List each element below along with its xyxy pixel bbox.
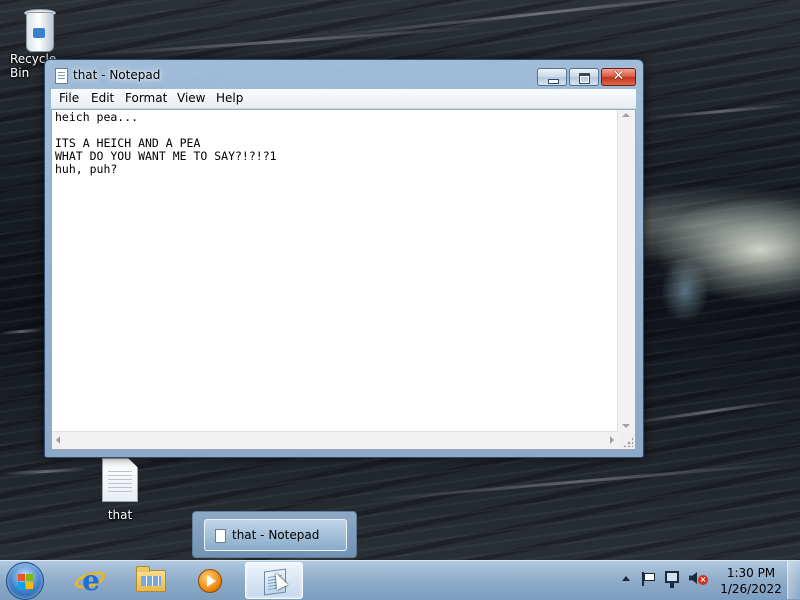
wallpaper-streak	[360, 460, 800, 503]
resize-grip-icon	[623, 437, 633, 447]
menu-view[interactable]: View	[177, 91, 205, 105]
show-desktop-button[interactable]	[787, 561, 800, 599]
clock-time: 1:30 PM	[726, 566, 776, 580]
taskbar: e × 1:30 PM 1/26/2022	[0, 560, 800, 600]
taskbar-internet-explorer[interactable]: e	[62, 562, 120, 599]
taskbar-thumbnail-preview[interactable]: that - Notepad	[192, 511, 357, 558]
menu-help[interactable]: Help	[216, 91, 243, 105]
close-button[interactable]: ✕	[601, 68, 636, 86]
that-file-label: that	[107, 508, 133, 522]
notepad-icon	[215, 529, 226, 543]
show-hidden-icons-icon[interactable]	[622, 576, 630, 581]
wallpaper-streak	[620, 397, 800, 426]
action-center-flag-icon[interactable]	[642, 572, 655, 586]
system-tray: × 1:30 PM 1/26/2022	[615, 561, 800, 599]
scroll-right-icon[interactable]	[610, 436, 614, 444]
menu-file[interactable]: File	[59, 91, 79, 105]
wallpaper-streak	[0, 328, 45, 335]
recycle-bin-icon	[22, 6, 56, 52]
volume-muted-icon: ×	[698, 575, 708, 585]
menu-format[interactable]: Format	[125, 91, 167, 105]
maximize-icon	[579, 73, 590, 84]
wallpaper-streak	[0, 467, 91, 476]
windows-explorer-icon	[136, 566, 166, 592]
windows-logo-icon	[18, 574, 34, 590]
close-icon: ✕	[612, 68, 625, 84]
taskbar-media-player[interactable]	[182, 562, 240, 599]
resize-grip[interactable]	[618, 432, 635, 449]
taskbar-windows-explorer[interactable]	[122, 562, 180, 599]
volume-icon[interactable]	[689, 572, 697, 584]
media-player-icon	[198, 569, 222, 593]
network-icon[interactable]	[665, 571, 679, 588]
wallpaper-streak	[70, 25, 490, 58]
horizontal-scrollbar[interactable]	[52, 431, 618, 449]
text-document-icon	[102, 458, 138, 502]
minimize-button[interactable]	[537, 68, 567, 86]
wallpaper-streak	[640, 103, 800, 120]
internet-explorer-glyph: e	[82, 564, 100, 597]
menu-edit[interactable]: Edit	[91, 91, 114, 105]
scroll-up-icon[interactable]	[622, 113, 630, 117]
thumbnail-title: that - Notepad	[232, 528, 320, 542]
that-file-shortcut[interactable]: that	[82, 458, 158, 522]
menu-bar: File Edit Format View Help	[51, 89, 636, 109]
vertical-scrollbar[interactable]	[617, 110, 635, 432]
minimize-icon	[548, 79, 559, 84]
document-text[interactable]: heich pea... ITS A HEICH AND A PEA WHAT …	[55, 111, 615, 429]
scroll-down-icon[interactable]	[622, 424, 630, 428]
clock[interactable]: 1:30 PM 1/26/2022	[715, 565, 787, 597]
maximize-button[interactable]	[569, 68, 599, 86]
thumbnail-item[interactable]: that - Notepad	[204, 519, 347, 551]
scroll-left-icon[interactable]	[56, 436, 60, 444]
clock-date: 1/26/2022	[720, 582, 782, 596]
window-title: that - Notepad	[73, 68, 161, 82]
start-button[interactable]	[6, 562, 44, 600]
text-editor-area[interactable]: heich pea... ITS A HEICH AND A PEA WHAT …	[51, 109, 636, 450]
notepad-icon[interactable]	[55, 68, 68, 84]
notepad-window[interactable]: that - Notepad ✕ File Edit Format View H…	[44, 59, 644, 458]
title-bar[interactable]: that - Notepad ✕	[45, 60, 643, 90]
